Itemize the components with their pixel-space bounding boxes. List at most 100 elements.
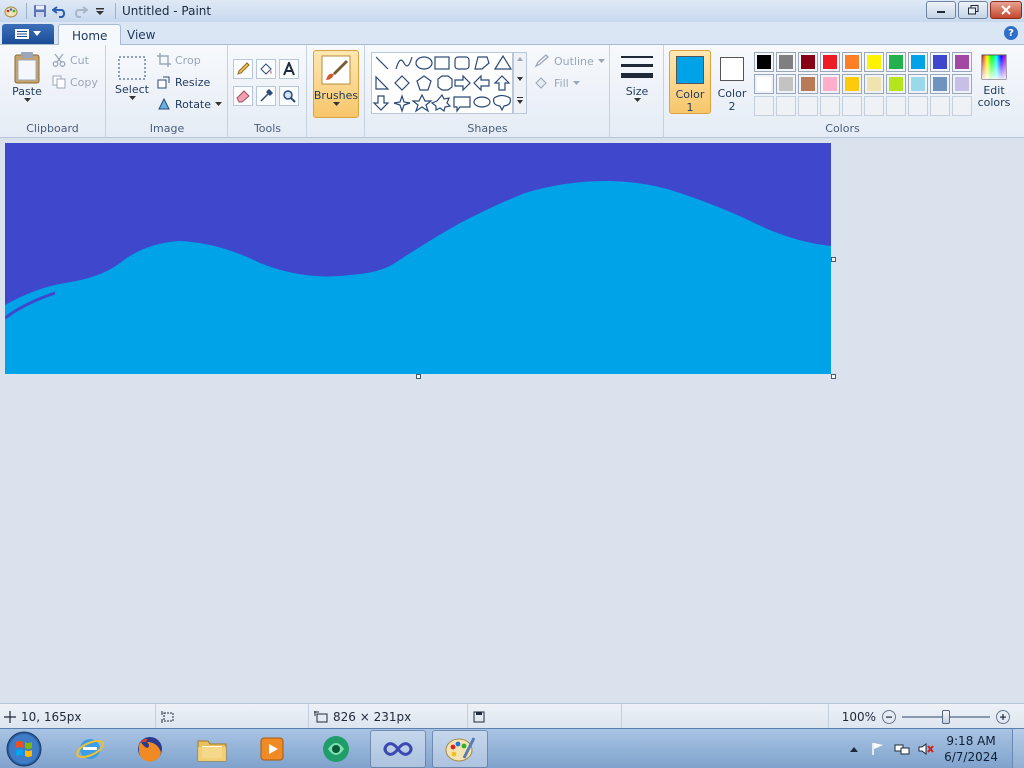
zoom-slider-thumb[interactable] — [942, 709, 950, 724]
palette-swatch[interactable] — [930, 74, 950, 94]
resize-button[interactable]: Resize — [157, 75, 210, 89]
resize-handle-right[interactable] — [831, 257, 836, 262]
copy-button[interactable]: Copy — [52, 75, 98, 89]
customize-quick-access-icon[interactable] — [91, 2, 109, 20]
restore-button[interactable] — [958, 1, 988, 19]
custom-color-slot[interactable] — [820, 96, 840, 116]
palette-swatch[interactable] — [886, 74, 906, 94]
custom-color-slot[interactable] — [754, 96, 774, 116]
custom-color-slot[interactable] — [930, 96, 950, 116]
start-button[interactable] — [4, 730, 44, 768]
rotate-button[interactable]: Rotate — [157, 97, 223, 111]
palette-swatch[interactable] — [842, 52, 862, 72]
restore-icon — [967, 5, 978, 15]
palette-swatch[interactable] — [776, 74, 796, 94]
resize-handle-corner[interactable] — [831, 374, 836, 379]
custom-color-slot[interactable] — [776, 96, 796, 116]
cut-button[interactable]: Cut — [52, 53, 89, 67]
paint-app-icon[interactable] — [2, 2, 20, 20]
palette-swatch[interactable] — [754, 74, 774, 94]
custom-color-slot[interactable] — [842, 96, 862, 116]
taskbar-firefox[interactable] — [122, 730, 178, 768]
edit-colors-button[interactable]: Edit colors — [976, 53, 1012, 109]
custom-color-slot[interactable] — [864, 96, 884, 116]
palette-swatch[interactable] — [798, 52, 818, 72]
palette-swatch[interactable] — [864, 74, 884, 94]
size-button[interactable]: Size — [619, 53, 655, 103]
palette-swatch-fill — [779, 55, 793, 69]
taskbar-app-green[interactable] — [308, 730, 364, 768]
palette-swatch[interactable] — [908, 74, 928, 94]
color1-button[interactable]: Color 1 — [669, 50, 711, 114]
zoom-in-button[interactable] — [996, 709, 1010, 724]
help-icon[interactable]: ? — [1004, 26, 1018, 40]
show-desktop-button[interactable] — [1012, 729, 1024, 768]
custom-color-slot[interactable] — [886, 96, 906, 116]
taskbar-internet-explorer[interactable] — [62, 730, 118, 768]
tools-group: Tools — [229, 45, 307, 138]
palette-swatch[interactable] — [798, 74, 818, 94]
resize-handle-bottom[interactable] — [416, 374, 421, 379]
crop-button[interactable]: Crop — [157, 53, 201, 67]
palette-swatch[interactable] — [820, 52, 840, 72]
palette-swatch-fill — [845, 77, 859, 91]
paint-menu-button[interactable] — [2, 24, 54, 44]
color-picker-tool[interactable] — [256, 86, 276, 106]
palette-swatch[interactable] — [952, 74, 972, 94]
save-icon[interactable] — [31, 2, 49, 20]
action-center-flag-icon[interactable] — [868, 739, 888, 759]
drawing-canvas[interactable] — [4, 143, 831, 374]
paint-palette-icon — [445, 737, 476, 762]
pencil-tool[interactable] — [233, 59, 253, 79]
palette-swatch[interactable] — [908, 52, 928, 72]
volume-muted-icon[interactable] — [916, 739, 936, 759]
color2-swatch — [720, 57, 744, 81]
close-button[interactable] — [990, 1, 1022, 19]
cursor-position-cell: 10, 165px — [0, 704, 156, 729]
undo-icon[interactable] — [51, 2, 69, 20]
show-hidden-icons-button[interactable] — [846, 741, 862, 757]
tab-home[interactable]: Home — [58, 24, 122, 46]
status-blank-cell — [623, 704, 829, 729]
palette-swatch-fill — [889, 77, 903, 91]
taskbar-paint[interactable] — [432, 730, 488, 768]
palette-swatch[interactable] — [864, 52, 884, 72]
tab-view[interactable]: View — [114, 24, 168, 46]
selection-size-cell — [157, 704, 309, 729]
taskbar-app-infinity[interactable] — [370, 730, 426, 768]
fill-button[interactable]: Fill — [534, 76, 580, 90]
redo-icon[interactable] — [71, 2, 89, 20]
custom-color-slot[interactable] — [952, 96, 972, 116]
paint-bucket-icon — [260, 63, 272, 75]
select-icon — [118, 56, 146, 80]
custom-color-slot[interactable] — [908, 96, 928, 116]
shapes-scrollbar[interactable] — [513, 52, 527, 114]
palette-swatch[interactable] — [842, 74, 862, 94]
zoom-slider[interactable] — [902, 709, 990, 724]
palette-swatch[interactable] — [754, 52, 774, 72]
palette-swatch[interactable] — [886, 52, 906, 72]
zoom-out-button[interactable] — [882, 709, 896, 724]
palette-swatch[interactable] — [776, 52, 796, 72]
minimize-button[interactable] — [926, 1, 956, 19]
select-button[interactable]: Select — [115, 53, 149, 101]
text-tool[interactable] — [279, 59, 299, 79]
palette-swatch-fill — [889, 55, 903, 69]
internet-explorer-icon — [76, 739, 104, 759]
palette-swatch[interactable] — [820, 74, 840, 94]
brushes-button[interactable]: Brushes — [313, 50, 359, 118]
taskbar-file-explorer[interactable] — [184, 730, 240, 768]
color2-button[interactable]: Color 2 — [713, 50, 753, 114]
custom-color-slot[interactable] — [798, 96, 818, 116]
chevron-down-icon — [215, 101, 223, 106]
network-icon[interactable] — [892, 739, 912, 759]
eraser-tool[interactable] — [233, 86, 253, 106]
palette-swatch[interactable] — [952, 52, 972, 72]
paste-button[interactable]: Paste — [8, 51, 46, 103]
outline-button[interactable]: Outline — [534, 54, 605, 68]
magnifier-tool[interactable] — [279, 86, 299, 106]
fill-tool[interactable] — [256, 59, 276, 79]
taskbar-media-player[interactable] — [244, 730, 300, 768]
taskbar-clock[interactable]: 9:18 AM 6/7/2024 — [944, 733, 998, 765]
palette-swatch[interactable] — [930, 52, 950, 72]
